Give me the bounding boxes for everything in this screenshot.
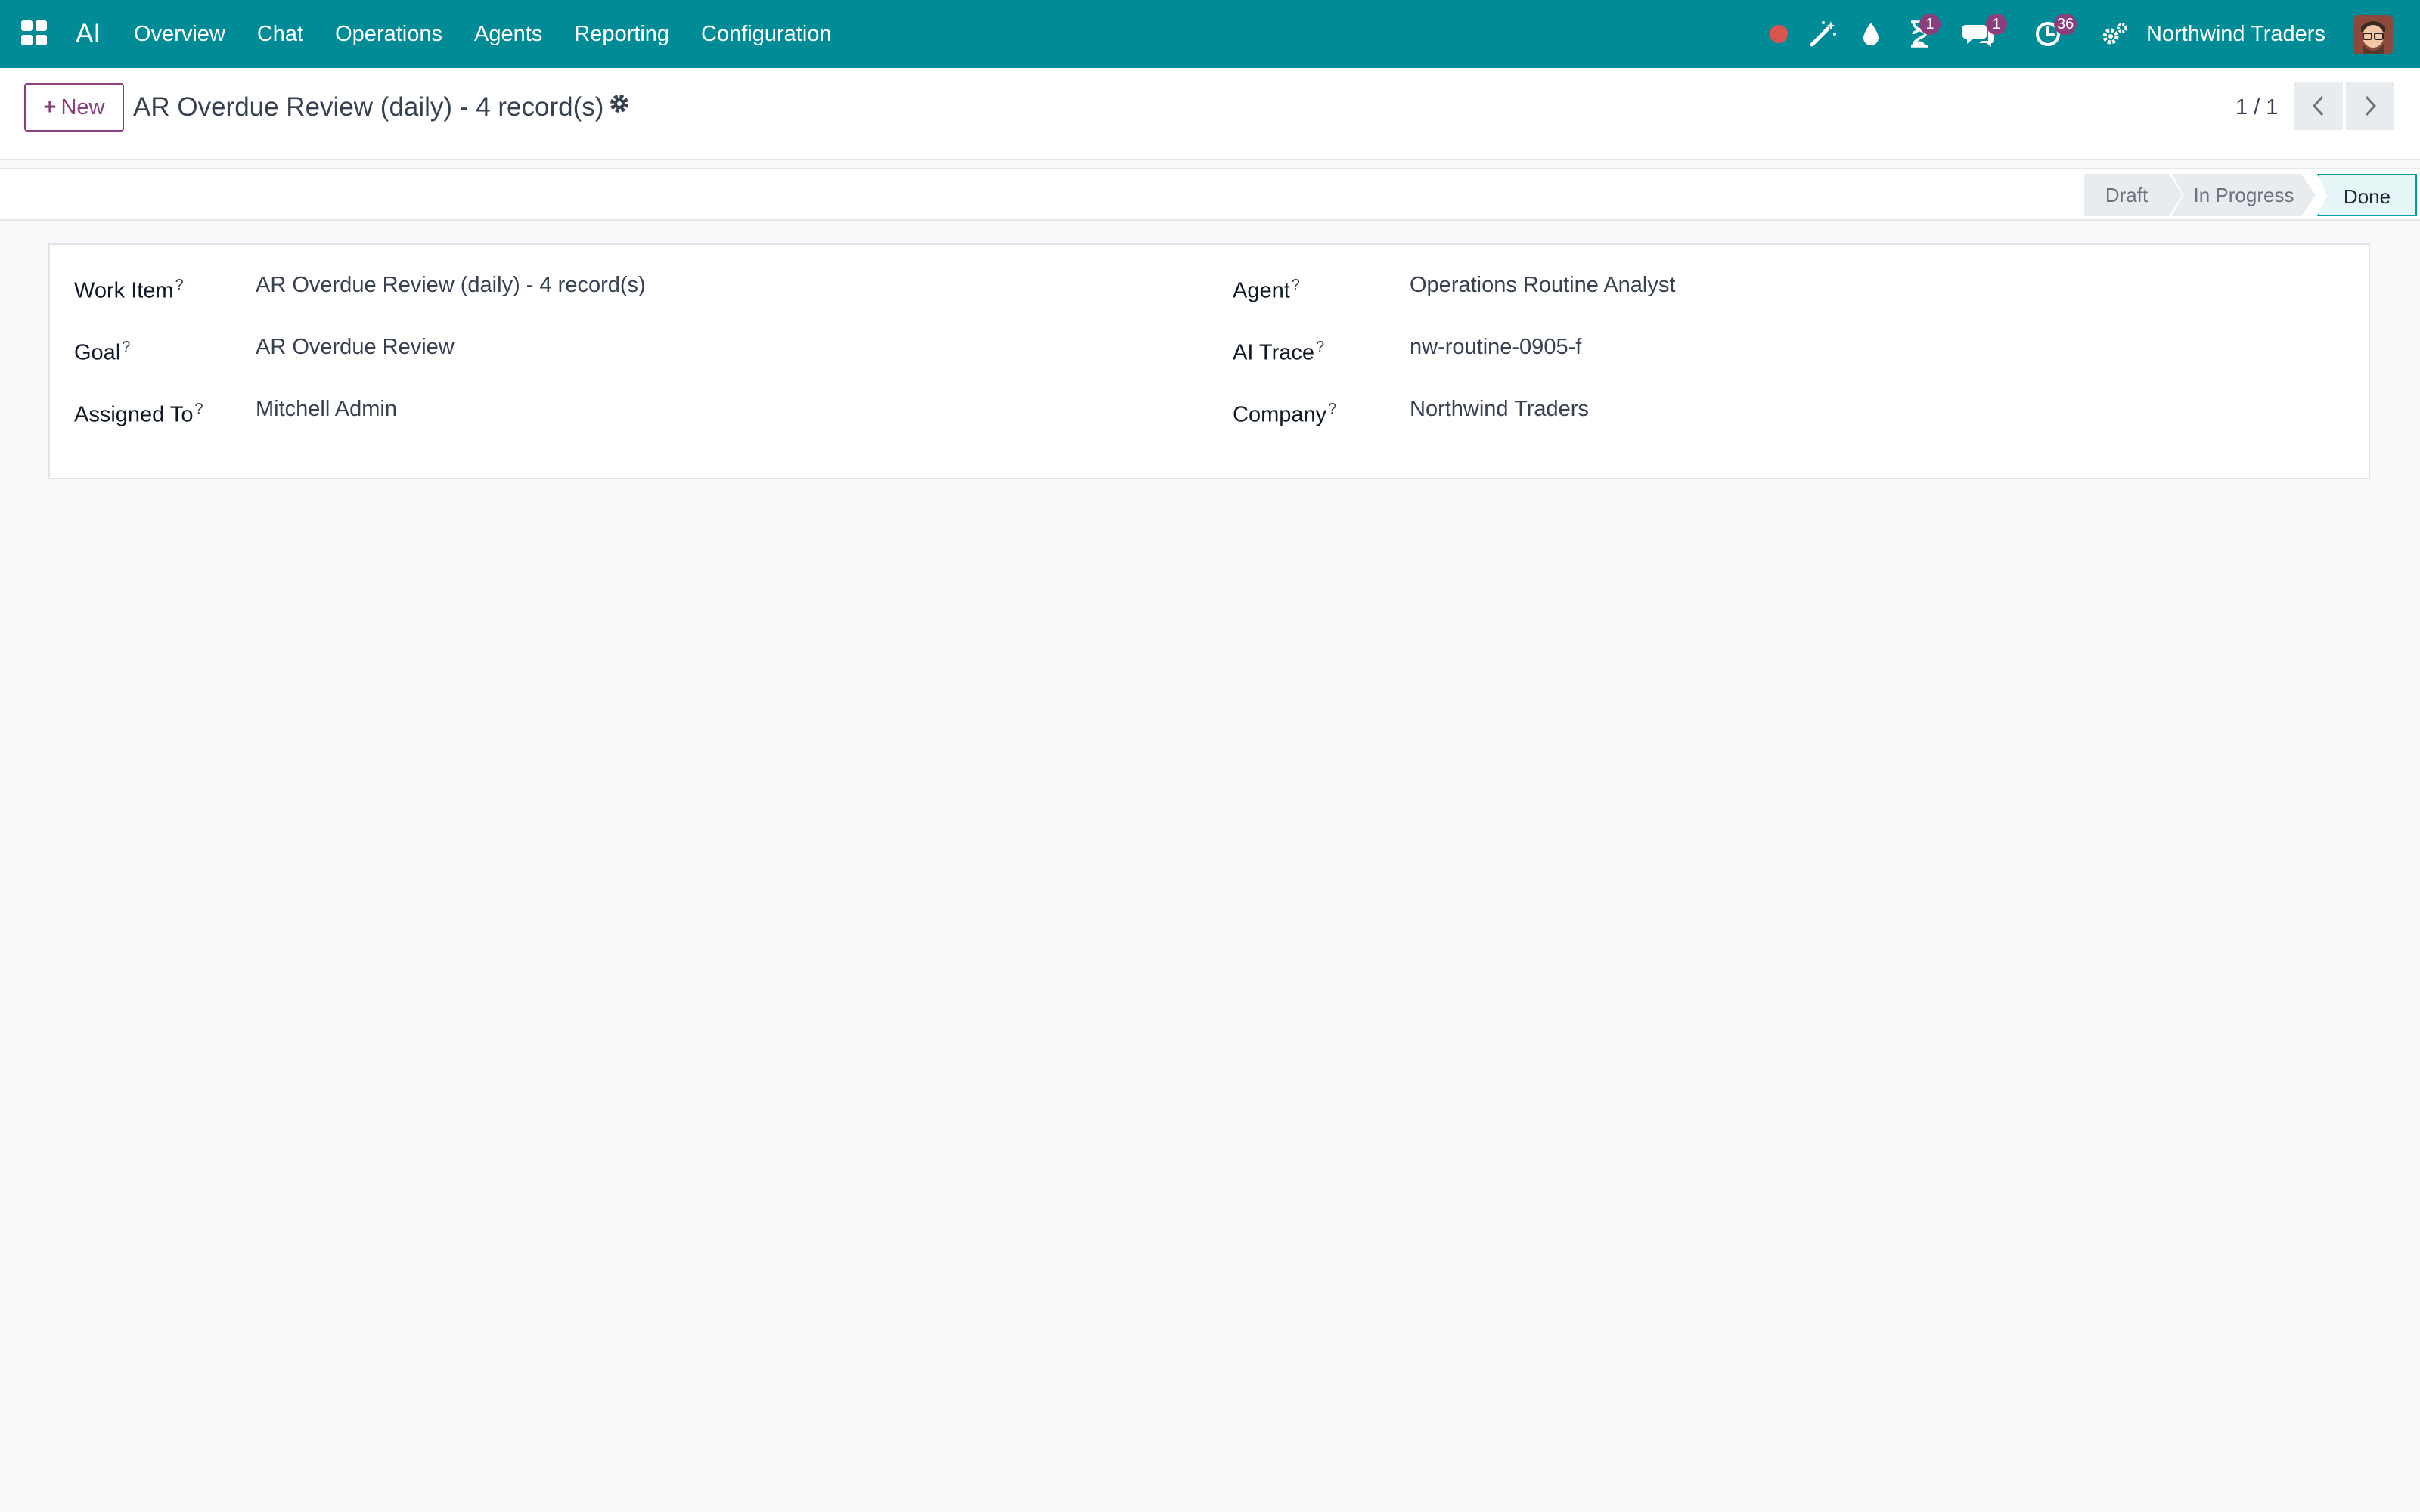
help-tooltip-icon[interactable]: ? <box>194 401 203 417</box>
apps-grid-icon[interactable] <box>21 20 48 46</box>
assigned-to-value[interactable]: Mitchell Admin <box>256 390 397 428</box>
agent-label: Agent <box>1233 278 1290 303</box>
form-sheet: Work Item? AR Overdue Review (daily) - 4… <box>48 243 2370 479</box>
ai-trace-value[interactable]: nw-routine-0905-f <box>1410 328 1581 366</box>
pager-next-button[interactable] <box>2346 82 2394 130</box>
field-work-item: Work Item? AR Overdue Review (daily) - 4… <box>74 266 1133 304</box>
goal-value[interactable]: AR Overdue Review <box>256 328 455 366</box>
menu-configuration[interactable]: Configuration <box>701 15 832 53</box>
user-avatar[interactable] <box>2353 15 2393 54</box>
company-switcher[interactable]: Northwind Traders <box>2146 15 2325 53</box>
stage-draft[interactable]: Draft <box>2084 174 2183 216</box>
top-navbar: AI Overview Chat Operations Agents Repor… <box>0 0 2420 68</box>
messages-badge: 1 <box>1986 14 2007 35</box>
control-panel: + New AR Overdue Review (daily) - 4 recor… <box>0 68 2420 160</box>
field-assigned-to: Assigned To? Mitchell Admin <box>74 390 1133 428</box>
agent-value[interactable]: Operations Routine Analyst <box>1410 266 1675 304</box>
clock-badge: 36 <box>2054 14 2077 35</box>
record-title: AR Overdue Review (daily) - 4 record(s) <box>133 92 604 122</box>
assigned-to-label: Assigned To <box>74 402 194 427</box>
magic-wand-icon[interactable] <box>1807 18 1838 50</box>
help-tooltip-icon[interactable]: ? <box>1292 277 1300 293</box>
activities-badge: 1 <box>1919 14 1941 35</box>
settings-cogs-icon[interactable] <box>2099 18 2130 50</box>
chevron-left-icon <box>2312 95 2324 116</box>
work-item-label: Work Item <box>74 278 174 303</box>
menu-overview[interactable]: Overview <box>134 15 225 53</box>
field-company: Company? Northwind Traders <box>1233 390 2291 428</box>
help-tooltip-icon[interactable]: ? <box>175 277 184 293</box>
menu-operations[interactable]: Operations <box>335 15 442 53</box>
recording-dot-icon[interactable] <box>1767 18 1791 50</box>
stage-in-progress[interactable]: In Progress <box>2172 174 2316 216</box>
field-ai-trace: AI Trace? nw-routine-0905-f <box>1233 328 2291 366</box>
new-button-label: New <box>60 95 105 119</box>
work-item-value[interactable]: AR Overdue Review (daily) - 4 record(s) <box>256 266 646 304</box>
app-brand[interactable]: AI <box>76 15 101 53</box>
goal-label: Goal <box>74 340 121 365</box>
main-menu: Overview Chat Operations Agents Reportin… <box>134 15 864 53</box>
drop-icon[interactable] <box>1859 18 1883 50</box>
record-actions-gear-icon[interactable] <box>608 92 634 118</box>
menu-chat[interactable]: Chat <box>257 15 303 53</box>
pager-previous-button[interactable] <box>2294 82 2343 130</box>
field-agent: Agent? Operations Routine Analyst <box>1233 266 2291 304</box>
pager-value[interactable]: 1 / 1 <box>2235 91 2278 124</box>
stage-done[interactable]: Done <box>2317 174 2417 216</box>
field-goal: Goal? AR Overdue Review <box>74 328 1133 366</box>
company-label: Company <box>1233 402 1327 427</box>
help-tooltip-icon[interactable]: ? <box>1328 401 1336 417</box>
status-bar: Draft In Progress Done <box>0 168 2420 221</box>
ai-trace-label: AI Trace <box>1233 340 1314 365</box>
help-tooltip-icon[interactable]: ? <box>122 339 130 355</box>
chevron-right-icon <box>2365 95 2377 116</box>
menu-agents[interactable]: Agents <box>474 15 542 53</box>
menu-reporting[interactable]: Reporting <box>574 15 669 53</box>
company-value[interactable]: Northwind Traders <box>1410 390 1589 428</box>
help-tooltip-icon[interactable]: ? <box>1316 339 1324 355</box>
plus-icon: + <box>43 95 57 119</box>
new-record-button[interactable]: + New <box>24 83 124 132</box>
